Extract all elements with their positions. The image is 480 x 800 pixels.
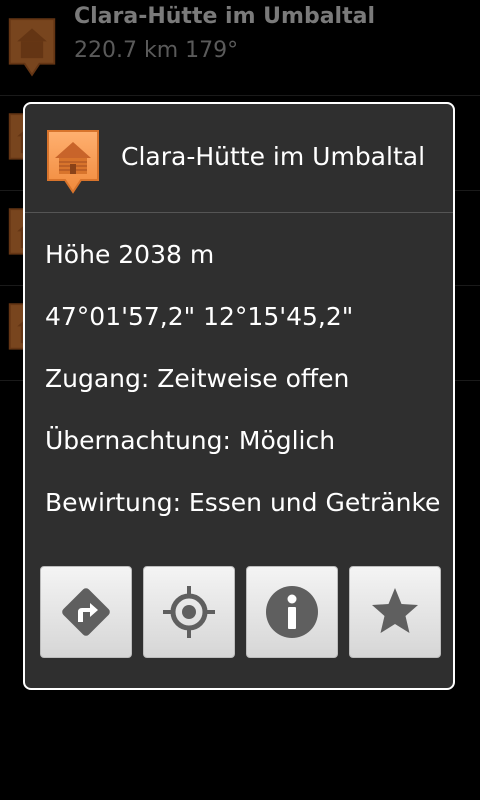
list-item-title: Clara-Hütte im Umbaltal <box>74 4 375 29</box>
dialog-header: Clara-Hütte im Umbaltal <box>25 104 453 213</box>
access-text: Zugang: Zeitweise offen <box>45 364 350 393</box>
elevation-text: Höhe 2038 m <box>45 240 215 269</box>
overnight-text: Übernachtung: Möglich <box>45 426 336 455</box>
poi-detail-dialog: Clara-Hütte im Umbaltal Höhe 2038 m 47°0… <box>23 102 455 690</box>
locate-button[interactable] <box>143 566 235 658</box>
hut-marker-icon <box>8 18 56 77</box>
catering-text: Bewirtung: Essen und Getränke <box>45 488 441 517</box>
action-button-row <box>40 566 442 658</box>
info-icon <box>266 586 318 638</box>
locate-icon <box>163 586 215 638</box>
list-item-distance: 220.7 km 179° <box>74 38 239 63</box>
list-item[interactable]: Clara-Hütte im Umbaltal 220.7 km 179° <box>0 0 480 96</box>
star-icon <box>372 588 418 633</box>
dialog-title: Clara-Hütte im Umbaltal <box>121 142 426 171</box>
directions-icon <box>62 588 110 636</box>
coordinates-text: 47°01'57,2" 12°15'45,2" <box>45 302 354 331</box>
favorite-button[interactable] <box>349 566 441 658</box>
directions-button[interactable] <box>40 566 132 658</box>
hut-marker-icon <box>47 130 99 194</box>
info-button[interactable] <box>246 566 338 658</box>
